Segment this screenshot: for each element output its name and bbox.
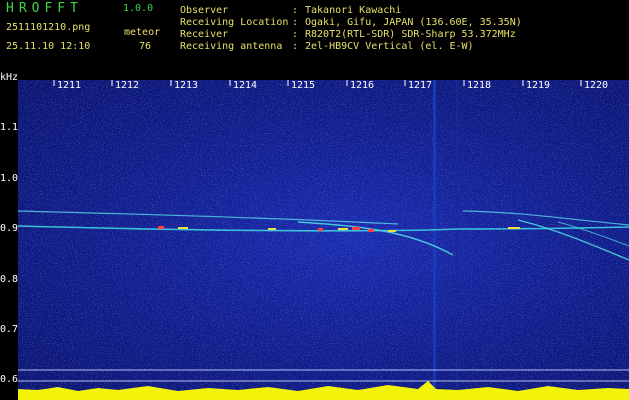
observer-value: Takanori Kawachi [305,5,402,16]
meteor-count-label: meteor [124,27,161,38]
noise-texture [18,80,629,400]
x-tick-label: 1215 [291,80,316,91]
y-tick-label: 0.9 [0,223,19,234]
antenna-label: Receiving antenna [180,41,283,52]
header-panel: HROFFT 1.0.0 2511101210.png 25.11.10 12:… [0,0,629,72]
location-value: Ogaki, Gifu, JAPAN (136.60E, 35.35N) [305,17,522,28]
antenna-colon: : [292,41,299,52]
receiver-value: R820T2(RTL-SDR) SDR-Sharp 53.372MHz [305,29,516,40]
meteor-count-value: 76 [139,41,152,52]
y-tick-label: 0.8 [0,274,19,285]
observer-colon: : [292,5,299,16]
x-tick-label: 1217 [408,80,433,91]
y-tick-label: 1.0 [0,173,19,184]
x-tick-label: 1212 [115,80,140,91]
time-gap-streak-2 [456,80,458,400]
x-tick-label: 1218 [467,80,492,91]
receiver-label: Receiver [180,29,229,40]
observer-label: Observer [180,5,229,16]
location-colon: : [292,17,299,28]
antenna-value: 2el-HB9CV Vertical (el. E-W) [305,41,474,52]
time-gap-streak [433,80,436,400]
x-tick-label: 1220 [584,80,609,91]
y-tick-label: 0.7 [0,324,19,335]
spectrogram [18,80,629,400]
x-tick-label: 1214 [233,80,258,91]
y-tick-label: 1.1 [0,122,19,133]
y-axis-unit: kHz [0,72,19,83]
x-tick-label: 1211 [57,80,82,91]
image-filename: 2511101210.png [6,22,91,33]
x-tick-label: 1216 [350,80,375,91]
capture-datetime: 25.11.10 12:10 [6,41,91,52]
receiver-colon: : [292,29,299,40]
location-label: Receiving Location [180,17,289,28]
x-tick-label: 1213 [174,80,199,91]
x-tick-label: 1219 [526,80,551,91]
app-title: HROFFT [6,1,83,16]
y-tick-label: 0.6 [0,374,19,385]
app-version: 1.0.0 [123,3,154,14]
spectrogram-canvas [18,80,629,400]
